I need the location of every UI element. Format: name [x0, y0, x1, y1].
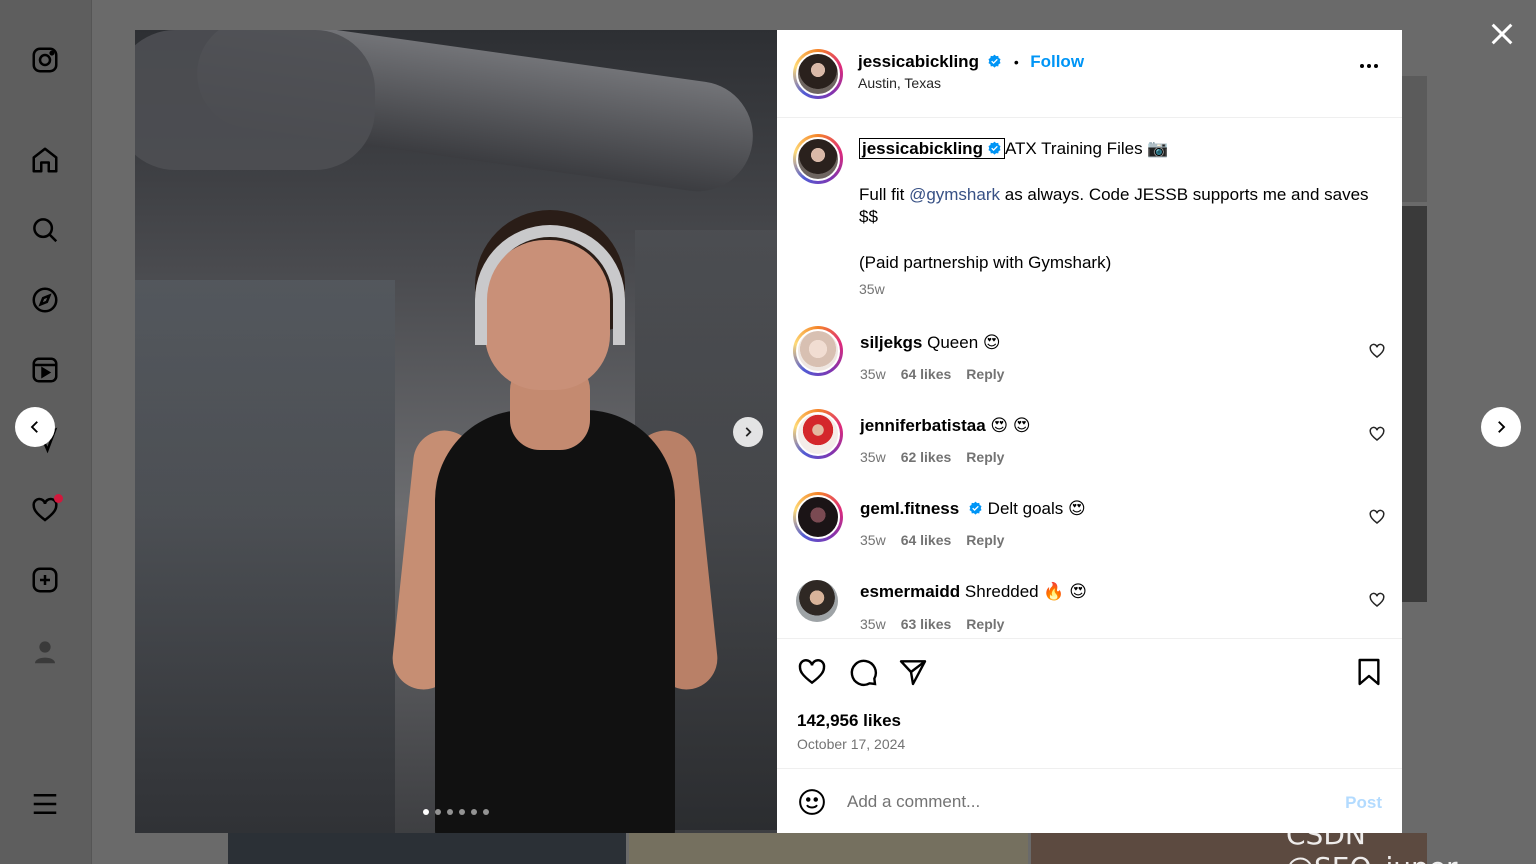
follow-button[interactable]: Follow — [1030, 52, 1084, 71]
media-pagination — [135, 809, 777, 815]
comment-icon[interactable] — [847, 656, 879, 688]
caption-text-a: Full fit — [859, 185, 910, 204]
profile-icon[interactable] — [29, 636, 61, 668]
next-post-button[interactable] — [1481, 407, 1521, 447]
comment-time: 35w — [860, 616, 886, 632]
explore-icon[interactable] — [29, 284, 61, 316]
pagination-dot — [435, 809, 441, 815]
home-icon[interactable] — [29, 144, 61, 176]
feed-tile-bottom-2 — [629, 833, 1028, 864]
more-options-icon[interactable] — [1360, 64, 1378, 68]
comment-time: 35w — [860, 366, 886, 382]
header-separator: • — [1013, 54, 1019, 70]
comment-text: Delt goals 😍 — [987, 499, 1086, 518]
comment-likes[interactable]: 62 likes — [901, 449, 952, 465]
share-icon[interactable] — [897, 656, 929, 688]
likes-count[interactable]: 142,956 likes — [797, 711, 901, 731]
author-username[interactable]: jessicabickling — [858, 52, 979, 71]
caption-username[interactable]: jessicabickling — [862, 139, 983, 158]
like-heart-icon[interactable] — [796, 656, 828, 688]
comment-item: esmermaidd Shredded 🔥 😍 35w 63 likes Reply — [777, 569, 1402, 639]
comment-username[interactable]: geml.fitness — [860, 499, 959, 518]
commenter-avatar[interactable] — [793, 409, 843, 459]
feed-tile-bottom-1 — [228, 833, 626, 864]
comment-time: 35w — [860, 449, 886, 465]
caption-line-2: (Paid partnership with Gymshark) — [859, 253, 1112, 272]
comment-likes[interactable]: 63 likes — [901, 616, 952, 632]
comment-item: siljekgs Queen 😍 35w 64 likes Reply — [777, 320, 1402, 390]
gym-duct-2 — [135, 30, 375, 170]
notification-dot — [54, 494, 63, 503]
media-next-button[interactable] — [733, 417, 763, 447]
search-icon[interactable] — [29, 214, 61, 246]
post-header: jessicabickling • Follow Austin, Texas — [777, 30, 1402, 118]
chevron-right-icon — [1498, 421, 1506, 433]
commenter-avatar[interactable] — [796, 580, 838, 622]
pagination-dot — [423, 809, 429, 815]
comment-text: 😍 😍 — [990, 416, 1031, 435]
comment-like-heart-icon[interactable] — [1368, 425, 1386, 443]
comment-likes[interactable]: 64 likes — [901, 532, 952, 548]
comment-username[interactable]: esmermaidd — [860, 582, 960, 601]
mention-link[interactable]: @gymshark — [909, 185, 1000, 204]
reply-button[interactable]: Reply — [966, 616, 1004, 632]
comment-username[interactable]: siljekgs — [860, 333, 922, 352]
comment-like-heart-icon[interactable] — [1368, 342, 1386, 360]
close-icon[interactable] — [1488, 20, 1516, 48]
feed-tile-right-top — [1402, 76, 1427, 202]
instagram-logo-icon[interactable] — [29, 44, 61, 76]
comment-item: geml.fitness Delt goals 😍 35w 64 likes Rep… — [777, 486, 1402, 556]
comment-like-heart-icon[interactable] — [1368, 591, 1386, 609]
commenter-avatar[interactable] — [793, 492, 843, 542]
comment-text: Shredded 🔥 😍 — [964, 582, 1087, 601]
commenter-avatar[interactable] — [793, 326, 843, 376]
comment-time: 35w — [860, 532, 886, 548]
verified-badge-icon — [988, 54, 1001, 68]
feed-tile-right-mid — [1402, 206, 1427, 602]
verified-badge-icon — [969, 501, 982, 515]
chevron-right-icon — [745, 427, 752, 437]
watermark: CSDN @SEO_juper — [1286, 818, 1458, 864]
post-media[interactable] — [135, 30, 777, 833]
menu-icon[interactable] — [29, 788, 61, 820]
reels-icon[interactable] — [29, 354, 61, 386]
reply-button[interactable]: Reply — [966, 449, 1004, 465]
caption-author-avatar[interactable] — [793, 134, 843, 184]
post-comment-button[interactable]: Post — [1345, 793, 1382, 813]
caption-title: ATX Training Files 📷 — [1004, 139, 1169, 158]
caption-line-1: Full fit @gymshark as always. Code JESSB… — [859, 184, 1379, 228]
reply-button[interactable]: Reply — [966, 532, 1004, 548]
reply-button[interactable]: Reply — [966, 366, 1004, 382]
pagination-dot — [447, 809, 453, 815]
caption-username-box[interactable]: jessicabickling — [859, 138, 1005, 159]
chevron-left-icon — [30, 421, 38, 433]
verified-badge-icon — [988, 141, 1001, 155]
save-bookmark-icon[interactable] — [1353, 656, 1385, 688]
post-detail-panel: jessicabickling • Follow Austin, Texas j… — [777, 30, 1402, 833]
caption-time: 35w — [859, 281, 885, 297]
comment-input[interactable] — [847, 789, 1307, 815]
comment-like-heart-icon[interactable] — [1368, 508, 1386, 526]
person-top — [435, 410, 675, 833]
comment-text: Queen 😍 — [927, 333, 1001, 352]
notifications-icon[interactable] — [29, 494, 63, 526]
pagination-dot — [471, 809, 477, 815]
post-actions: 142,956 likes October 17, 2024 — [777, 638, 1402, 768]
previous-post-button[interactable] — [15, 407, 55, 447]
post-date: October 17, 2024 — [797, 736, 906, 752]
pagination-dot — [459, 809, 465, 815]
author-avatar[interactable] — [793, 49, 843, 99]
post-location[interactable]: Austin, Texas — [858, 75, 1084, 91]
pagination-dot — [483, 809, 489, 815]
author-info: jessicabickling • Follow Austin, Texas — [858, 52, 1084, 91]
comment-item: jenniferbatistaa 😍 😍 35w 62 likes Reply — [777, 403, 1402, 473]
gym-equipment-left — [135, 280, 395, 833]
comment-username[interactable]: jenniferbatistaa — [860, 416, 986, 435]
create-icon[interactable] — [29, 564, 61, 596]
comment-likes[interactable]: 64 likes — [901, 366, 952, 382]
caption-body: jessicabickling ATX Training Files 📷 Full… — [859, 138, 1379, 297]
emoji-icon[interactable] — [797, 787, 827, 817]
